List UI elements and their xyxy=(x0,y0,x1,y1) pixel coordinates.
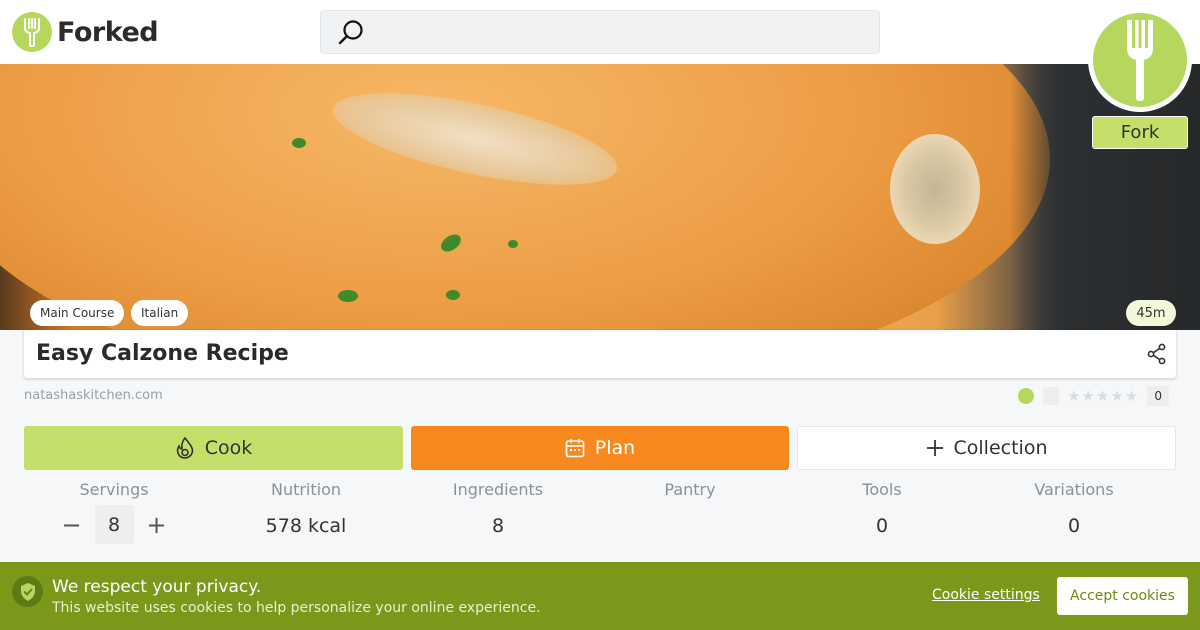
cookie-banner: We respect your privacy. This website us… xyxy=(0,562,1200,630)
title-card: Easy Calzone Recipe xyxy=(24,330,1176,378)
plan-label: Plan xyxy=(594,437,636,459)
tools-stat[interactable]: Tools 0 xyxy=(786,480,978,537)
search-input[interactable] xyxy=(320,10,880,54)
fork-icon xyxy=(1093,13,1187,107)
cook-label: Cook xyxy=(204,437,253,459)
herb-fleck xyxy=(446,290,460,300)
fork-logo-icon xyxy=(12,12,52,52)
calendar-icon xyxy=(565,439,585,458)
collection-button[interactable]: Collection xyxy=(797,426,1176,470)
plan-button[interactable]: Plan xyxy=(411,426,789,470)
logo-text: Forked xyxy=(57,16,159,48)
search-icon[interactable] xyxy=(337,19,365,47)
servings-stepper: − 8 + xyxy=(18,505,210,544)
shield-check-icon xyxy=(12,576,43,607)
rating-placeholder xyxy=(1043,387,1059,405)
top-bar: Forked xyxy=(0,0,1200,64)
tools-value: 0 xyxy=(875,515,889,537)
dark-board xyxy=(1010,64,1200,330)
cookie-title: We respect your privacy. xyxy=(52,577,262,597)
ingredients-stat[interactable]: Ingredients 8 xyxy=(402,480,594,537)
logo[interactable]: Forked xyxy=(12,12,159,52)
nutrition-stat[interactable]: Nutrition 578 kcal xyxy=(210,480,402,537)
nutrition-value: 578 kcal xyxy=(265,515,347,537)
hero-image xyxy=(0,64,1200,330)
ingredients-value: 8 xyxy=(491,515,505,537)
servings-value[interactable]: 8 xyxy=(94,505,134,544)
nutrition-label: Nutrition xyxy=(270,480,342,499)
increase-servings-button[interactable]: + xyxy=(142,510,172,540)
calzone-vent xyxy=(890,134,980,244)
source-link[interactable]: natashaskitchen.com xyxy=(24,388,163,403)
fork-badge[interactable] xyxy=(1088,8,1192,112)
pantry-label: Pantry xyxy=(664,480,716,499)
accept-cookies-button[interactable]: Accept cookies xyxy=(1057,577,1188,615)
pantry-stat[interactable]: Pantry xyxy=(594,480,786,537)
rating-area: ★★★★★ 0 xyxy=(1018,386,1170,406)
servings-stat: Servings − 8 + xyxy=(18,480,210,544)
cookie-settings-link[interactable]: Cookie settings xyxy=(932,587,1040,603)
cookie-text: This website uses cookies to help person… xyxy=(52,600,541,616)
tag-main-course[interactable]: Main Course xyxy=(30,300,125,326)
collection-label: Collection xyxy=(953,437,1048,459)
recipe-title: Easy Calzone Recipe xyxy=(36,341,289,366)
variations-stat[interactable]: Variations 0 xyxy=(978,480,1170,537)
fork-mini-icon xyxy=(1018,388,1034,404)
share-icon[interactable] xyxy=(1146,343,1168,365)
plus-icon xyxy=(926,440,943,456)
herb-fleck xyxy=(292,138,306,148)
variations-label: Variations xyxy=(1034,480,1114,499)
cook-icon xyxy=(176,437,194,459)
cook-button[interactable]: Cook xyxy=(24,426,403,470)
herb-fleck xyxy=(338,290,358,302)
tag-italian[interactable]: Italian xyxy=(131,300,189,326)
tools-label: Tools xyxy=(862,480,902,499)
variations-value: 0 xyxy=(1067,515,1081,537)
decrease-servings-button[interactable]: − xyxy=(57,510,87,540)
servings-label: Servings xyxy=(79,480,149,499)
rating-count: 0 xyxy=(1147,386,1170,406)
ingredients-label: Ingredients xyxy=(452,480,544,499)
star-rating[interactable]: ★★★★★ xyxy=(1067,387,1139,405)
pantry-value xyxy=(594,515,786,537)
herb-fleck xyxy=(508,240,518,248)
time-badge: 45m xyxy=(1126,300,1176,326)
fork-button[interactable]: Fork xyxy=(1092,116,1188,149)
